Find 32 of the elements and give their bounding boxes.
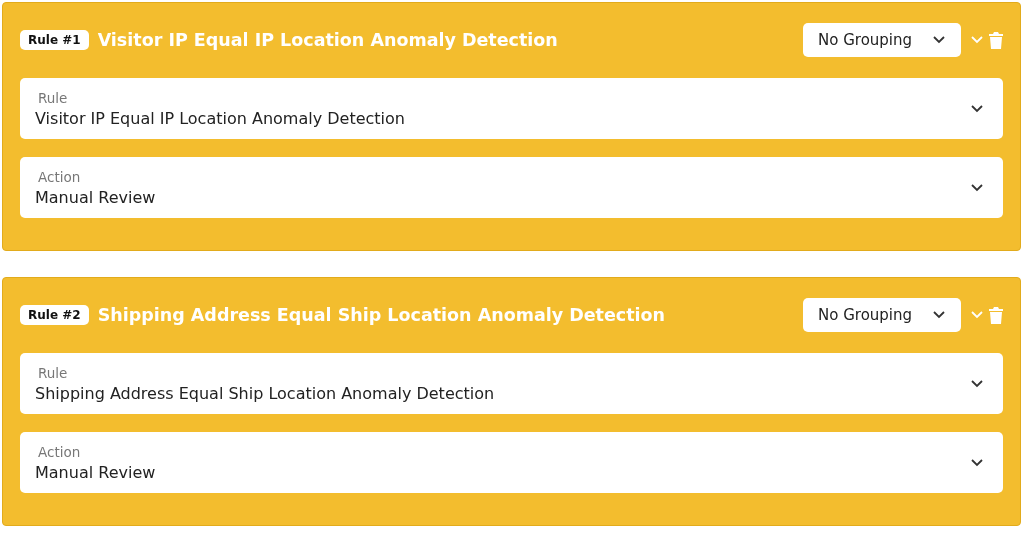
grouping-dropdown[interactable]: No Grouping: [803, 298, 961, 332]
field-label: Rule: [37, 89, 69, 106]
rule-number-badge: Rule #2: [20, 305, 89, 325]
field-label: Action: [37, 443, 82, 460]
trash-icon: [989, 306, 1003, 324]
select-field[interactable]: Rule Visitor IP Equal IP Location Anomaly Detection: [20, 78, 1003, 139]
caret-icon: [971, 311, 983, 319]
caret-icon: [971, 36, 983, 44]
collapse-button[interactable]: [971, 36, 983, 44]
rule-number-badge: Rule #1: [20, 30, 89, 50]
caret-icon: [971, 104, 983, 113]
rule-title: Visitor IP Equal IP Location Anomaly Detection: [97, 30, 559, 50]
field-label: Action: [37, 168, 82, 185]
delete-button[interactable]: [989, 31, 1003, 49]
field-value: Shipping Address Equal Ship Location Anomaly Detection: [35, 383, 495, 403]
select-field[interactable]: Rule Shipping Address Equal Ship Location Anomaly Detection: [20, 353, 1003, 414]
grouping-dropdown[interactable]: No Grouping: [803, 23, 961, 57]
collapse-button[interactable]: [971, 311, 983, 319]
field-value: Manual Review: [35, 462, 156, 482]
field-value: Manual Review: [35, 187, 156, 207]
rule-title: Shipping Address Equal Ship Location Anomaly Detection: [97, 305, 667, 325]
field-label: Rule: [37, 364, 69, 381]
caret-icon: [971, 183, 983, 192]
select-field[interactable]: Action Manual Review: [20, 432, 1003, 493]
caret-icon: [933, 36, 945, 44]
delete-button[interactable]: [989, 306, 1003, 324]
field-value: Visitor IP Equal IP Location Anomaly Detection: [35, 108, 405, 128]
caret-icon: [933, 311, 945, 319]
caret-icon: [971, 379, 983, 388]
select-field[interactable]: Action Manual Review: [20, 157, 1003, 218]
trash-icon: [989, 31, 1003, 49]
caret-icon: [971, 458, 983, 467]
